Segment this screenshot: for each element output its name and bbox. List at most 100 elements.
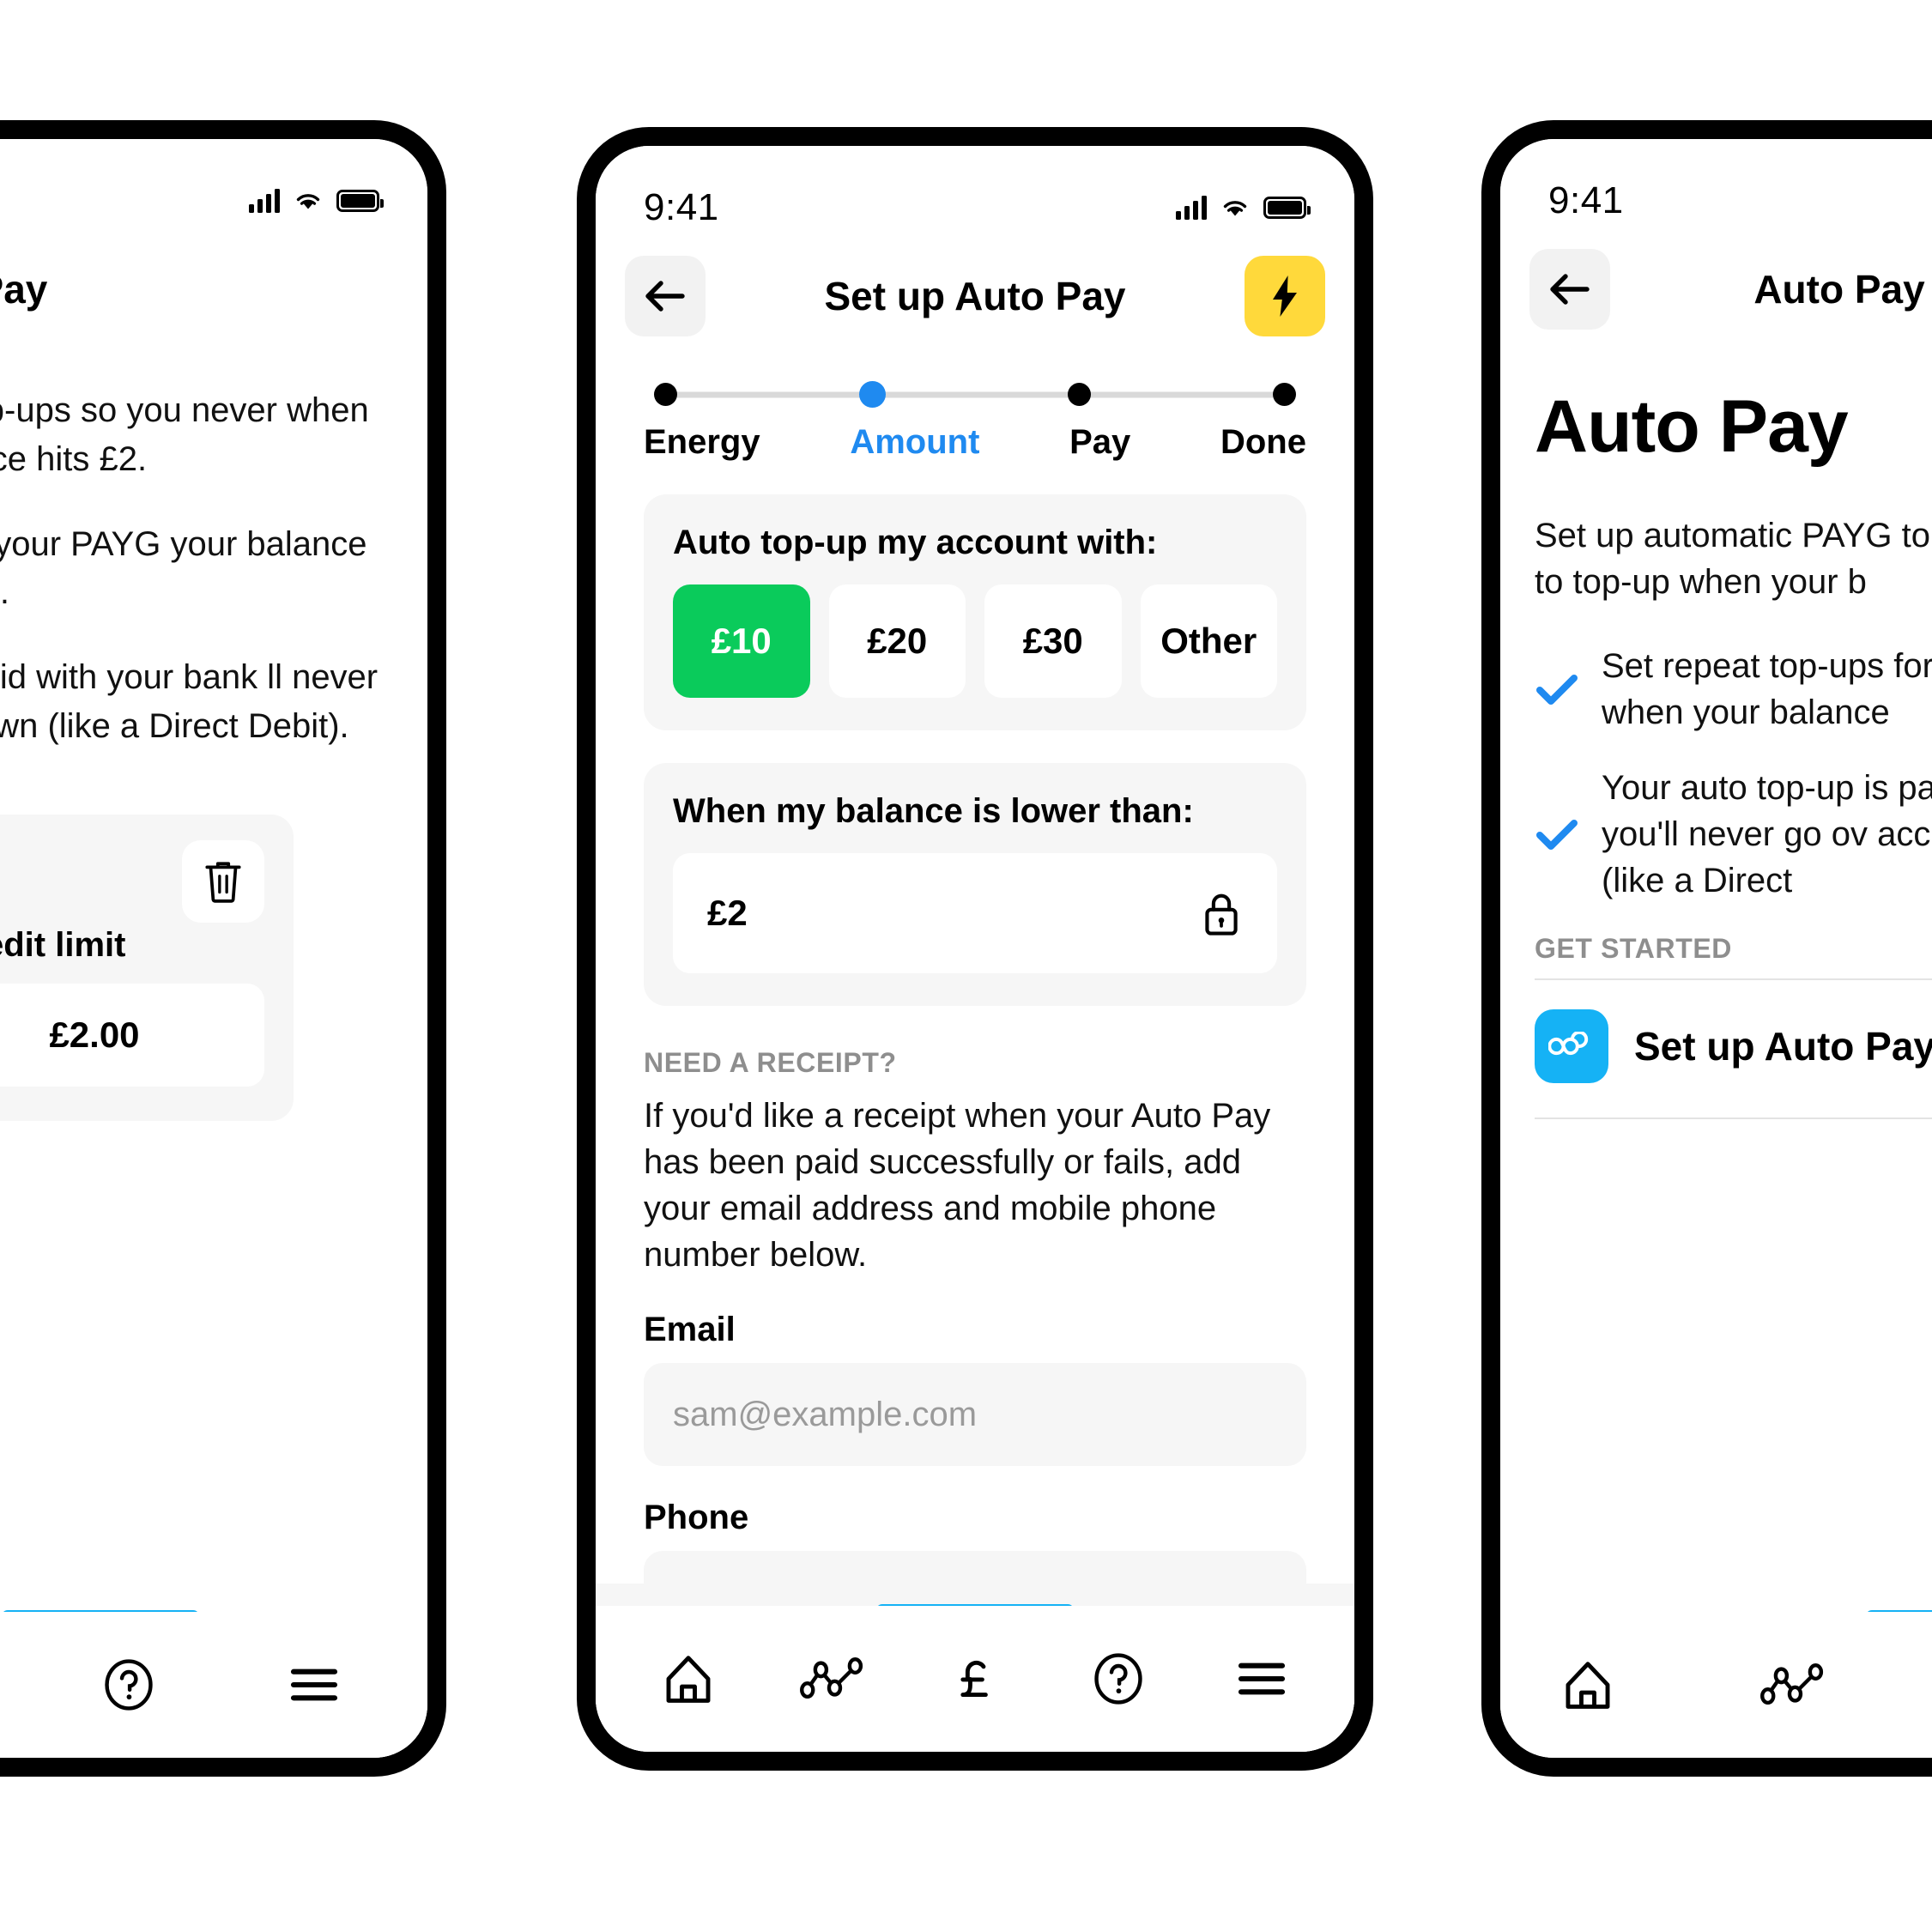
benefit-text: Your auto top-up is paid card, so you'll… [1602,769,1932,899]
screen-left: Auto Pay c PAYG top-ups so you never whe… [0,139,427,1758]
section-eyebrow: GET STARTED [1535,933,1733,964]
email-input[interactable]: sam@example.com [644,1363,1306,1466]
setup-stepper: Energy Amount Pay Done [596,352,1354,462]
infinity-icon [1535,1009,1608,1083]
tab-home[interactable] [637,1632,740,1726]
balance-threshold-title: When my balance is lower than: [673,792,1194,830]
tab-help[interactable] [1067,1632,1170,1726]
status-time: 9:41 [644,186,719,228]
balance-threshold-card: When my balance is lower than: £2 [644,763,1306,1006]
tab-bar-right [1500,1612,1932,1758]
tab-help[interactable] [77,1638,180,1732]
tab-usage[interactable] [780,1632,883,1726]
delete-button[interactable] [182,839,264,923]
credit-limit-card: Credit limit £2.00 [0,814,294,1121]
stepper-label-done: Done [1220,423,1306,461]
stepper-label-energy: Energy [644,423,760,461]
page-heading: Auto Pay [1535,385,1849,468]
benefits-list: Set repeat top-ups for yo meter when you… [1535,643,1932,904]
home-icon [666,1656,711,1703]
arrow-left-icon [1550,274,1590,305]
credit-limit-value[interactable]: £2.00 [0,983,264,1087]
wifi-icon [296,194,320,209]
amount-option-20[interactable]: £20 [828,584,966,698]
stepper-dot-pay[interactable] [1068,383,1091,406]
topup-amount-title: Auto top-up my account with: [673,524,1158,561]
check-icon [1535,817,1579,851]
status-bar-middle: 9:41 [596,146,1354,240]
list-item: Your auto top-up is paid card, so you'll… [1535,765,1932,904]
tab-usage[interactable] [1741,1638,1844,1732]
boost-button[interactable] [1245,256,1325,336]
stepper-dot-amount[interactable] [859,381,886,408]
tab-home[interactable] [1536,1638,1639,1732]
amount-option-30[interactable]: £30 [984,584,1122,698]
tab-menu[interactable] [1210,1632,1313,1726]
arrow-left-icon [645,281,685,312]
status-bar-left [0,139,427,233]
tab-pay[interactable] [924,1632,1027,1726]
stepper-line [663,391,1287,397]
screen-middle: 9:41 Set up Auto Pay Energy Amount Pay D… [596,146,1354,1752]
battery-icon [1263,197,1311,219]
page-title: Auto Pay [1753,267,1925,312]
back-button[interactable] [625,256,706,336]
status-icons [249,189,384,213]
trash-icon [205,862,241,903]
stepper-labels: Energy Amount Pay Done [644,423,1306,462]
intro-paragraph-3: op-up is paid with your bank ll never go… [0,658,379,745]
stepper-track [654,381,1296,408]
signal-icon [1176,196,1207,220]
setup-auto-pay-label: Set up Auto Pay [1634,1024,1932,1069]
email-label: Email [644,1311,736,1348]
stepper-dot-energy[interactable] [654,383,677,406]
menu-icon [290,1669,338,1701]
battery-icon [336,190,384,212]
content-left: c PAYG top-ups so you never when your ba… [0,345,427,1758]
page-title: Auto Pay [0,267,48,312]
amount-option-10[interactable]: £10 [673,584,810,698]
nav-bar-left: Auto Pay [0,233,427,345]
credit-limit-actions [0,839,264,923]
check-icon [1535,672,1579,706]
screenshot-stage: Auto Pay c PAYG top-ups so you never whe… [0,0,1932,1932]
content-right: Auto Pay Set up automatic PAYG top-u for… [1500,345,1932,1758]
pound-icon [960,1660,988,1698]
page-title: Set up Auto Pay [824,274,1126,318]
wifi-icon [1223,201,1247,216]
topup-amount-card: Auto top-up my account with: £10 £20 £30… [644,494,1306,730]
lock-icon [1205,893,1238,936]
receipt-eyebrow: NEED A RECEIPT? [644,1047,897,1078]
intro-paragraph-2: op-ups for your PAYG your balance reache… [0,524,367,612]
intro-paragraph-1: c PAYG top-ups so you never when your ba… [0,391,369,478]
credit-limit-label: Credit limit [0,925,126,964]
signal-icon [249,189,280,213]
status-icons [1176,196,1311,220]
help-circle-icon [105,1659,153,1711]
benefit-text: Set repeat top-ups for yo meter when you… [1602,647,1932,731]
setup-auto-pay-row[interactable]: Set up Auto Pay [1535,980,1932,1112]
screen-right: 9:41 Auto Pay Auto Pay Set up automatic … [1500,139,1932,1758]
tab-menu[interactable] [263,1638,366,1732]
phone-middle: 9:41 Set up Auto Pay Energy Amount Pay D… [577,127,1373,1771]
nav-bar-middle: Set up Auto Pay [596,240,1354,352]
content-middle: Energy Amount Pay Done Auto top-up my ac… [596,352,1354,1752]
back-button[interactable] [1529,249,1610,330]
stepper-label-amount: Amount [850,423,980,461]
amount-option-other[interactable]: Other [1140,584,1277,698]
lightning-bolt-icon [1273,276,1297,317]
credit-limit-fields: £2.00 [0,983,264,1087]
receipt-paragraph: If you'd like a receipt when your Auto P… [644,1097,1271,1274]
phone-left: Auto Pay c PAYG top-ups so you never whe… [0,120,446,1777]
stepper-dot-done[interactable] [1273,383,1296,406]
nav-bar-right: Auto Pay [1500,233,1932,345]
usage-chart-icon [1760,1663,1824,1705]
balance-threshold-value: £2 [707,893,748,933]
usage-chart-icon [799,1657,863,1699]
menu-icon [1239,1662,1286,1695]
tab-bar-divider [596,1584,1354,1606]
topup-amount-options: £10 £20 £30 Other [673,584,1277,698]
home-icon [1566,1662,1610,1709]
list-item: Set repeat top-ups for yo meter when you… [1535,643,1932,736]
tab-bar-left [0,1612,427,1758]
